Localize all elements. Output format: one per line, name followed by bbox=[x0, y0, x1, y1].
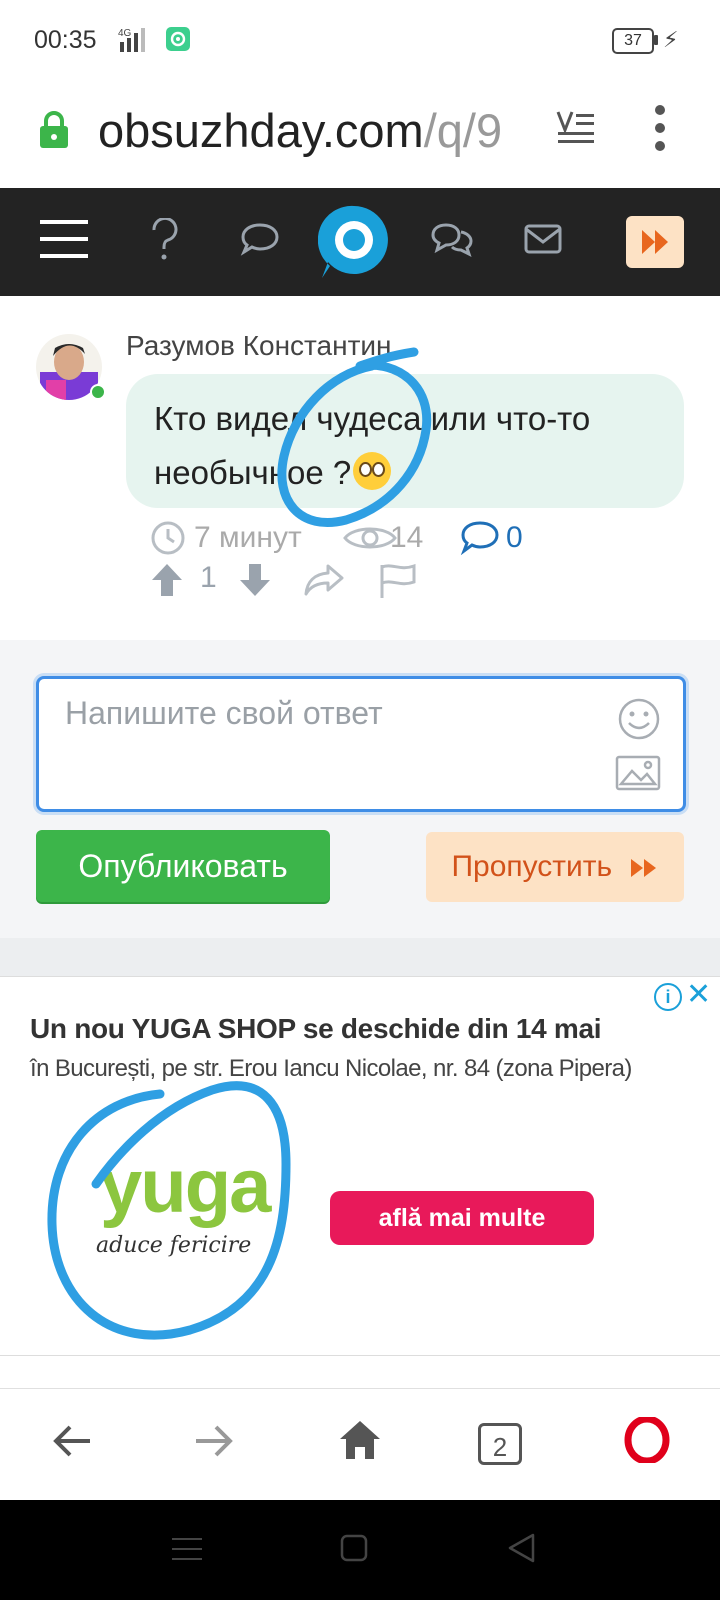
reader-mode-icon[interactable] bbox=[556, 108, 596, 148]
fast-forward-icon bbox=[630, 859, 656, 877]
flushed-face-icon bbox=[353, 452, 392, 490]
skip-button[interactable]: Пропустить bbox=[426, 832, 684, 902]
status-time: 00:35 bbox=[34, 26, 97, 54]
ad-divider bbox=[0, 1355, 720, 1356]
question-icon[interactable] bbox=[150, 218, 180, 262]
url-path: /q/9 bbox=[423, 104, 503, 157]
ad-subtitle[interactable]: în București, pe str. Erou Iancu Nicolae… bbox=[30, 1055, 632, 1083]
ad-brand-tagline: aduce fericire bbox=[96, 1233, 252, 1258]
online-status-indicator bbox=[90, 384, 106, 400]
question-age: 7 минут bbox=[194, 521, 302, 554]
author-name[interactable]: Разумов Константин bbox=[126, 330, 392, 362]
discussions-icon[interactable] bbox=[430, 222, 474, 258]
more-options-icon[interactable] bbox=[654, 104, 666, 152]
system-navigation-bar bbox=[0, 1500, 720, 1600]
comment-icon[interactable] bbox=[240, 222, 280, 256]
home-icon[interactable] bbox=[338, 1419, 382, 1461]
report-flag-icon[interactable] bbox=[378, 562, 418, 600]
question-card: Разумов Константин Кто видел чудеса или … bbox=[0, 296, 720, 640]
lock-icon bbox=[40, 111, 68, 148]
url-text[interactable]: obsuzhday.com/q/9 bbox=[98, 98, 530, 164]
site-navigation bbox=[0, 188, 720, 296]
section-divider bbox=[0, 938, 720, 976]
skip-forward-button[interactable] bbox=[626, 216, 684, 268]
battery-icon bbox=[654, 35, 658, 45]
back-arrow-icon[interactable] bbox=[52, 1423, 92, 1459]
opera-menu-icon[interactable] bbox=[624, 1417, 670, 1463]
clock-icon bbox=[151, 521, 185, 555]
advertisement[interactable]: i ✕ Un nou YUGA SHOP se deschide din 14 … bbox=[0, 976, 720, 1389]
recent-apps-icon[interactable] bbox=[172, 1536, 202, 1562]
question-bubble: Кто видел чудеса или что-то необычное ? bbox=[126, 374, 684, 508]
answer-textarea[interactable]: Напишите свой ответ bbox=[36, 676, 686, 812]
battery-level: 37 bbox=[612, 28, 654, 54]
ad-brand-logo[interactable]: yuga bbox=[100, 1147, 271, 1227]
charging-icon: ⚡ bbox=[663, 27, 679, 52]
site-logo-icon[interactable] bbox=[318, 204, 390, 280]
browser-toolbar: 2 bbox=[0, 1388, 720, 1501]
share-icon[interactable] bbox=[302, 562, 346, 598]
mail-icon[interactable] bbox=[524, 224, 562, 254]
downvote-icon[interactable] bbox=[238, 562, 272, 598]
menu-icon[interactable] bbox=[40, 218, 88, 260]
back-nav-icon[interactable] bbox=[506, 1532, 536, 1564]
upvote-icon[interactable] bbox=[150, 562, 184, 598]
publish-button[interactable]: Опубликовать bbox=[36, 830, 330, 902]
answer-placeholder: Напишите свой ответ bbox=[65, 695, 383, 731]
fast-forward-icon bbox=[642, 230, 668, 254]
view-count: 14 bbox=[390, 521, 424, 554]
answer-section: Напишите свой ответ Опубликовать Пропуст… bbox=[0, 640, 720, 938]
ad-info-icon[interactable]: i bbox=[654, 983, 682, 1011]
network-type: 4G bbox=[118, 28, 132, 39]
url-host: obsuzhday.com bbox=[98, 104, 424, 157]
comment-count[interactable]: 0 bbox=[506, 518, 523, 558]
question-text: Кто видел чудеса или что-то необычное ? bbox=[154, 392, 664, 500]
app-notification-icon bbox=[166, 27, 190, 51]
skip-button-label: Пропустить bbox=[451, 850, 613, 883]
signal-icon: 4G bbox=[118, 28, 145, 52]
comment-count-icon[interactable] bbox=[460, 520, 500, 556]
status-bar: 00:35 4G 37 ⚡ bbox=[0, 0, 720, 80]
ad-cta-button[interactable]: află mai multe bbox=[330, 1191, 594, 1245]
tabs-button[interactable]: 2 bbox=[478, 1423, 522, 1465]
address-bar[interactable]: obsuzhday.com/q/9 bbox=[0, 80, 720, 188]
forward-arrow-icon[interactable] bbox=[194, 1423, 234, 1459]
ad-title[interactable]: Un nou YUGA SHOP se deschide din 14 mai bbox=[30, 1013, 602, 1045]
emoji-picker-icon[interactable] bbox=[617, 697, 661, 741]
ad-close-icon[interactable]: ✕ bbox=[686, 979, 711, 1011]
image-upload-icon[interactable] bbox=[615, 755, 661, 791]
home-nav-icon[interactable] bbox=[340, 1534, 368, 1562]
vote-count: 1 bbox=[200, 561, 217, 594]
